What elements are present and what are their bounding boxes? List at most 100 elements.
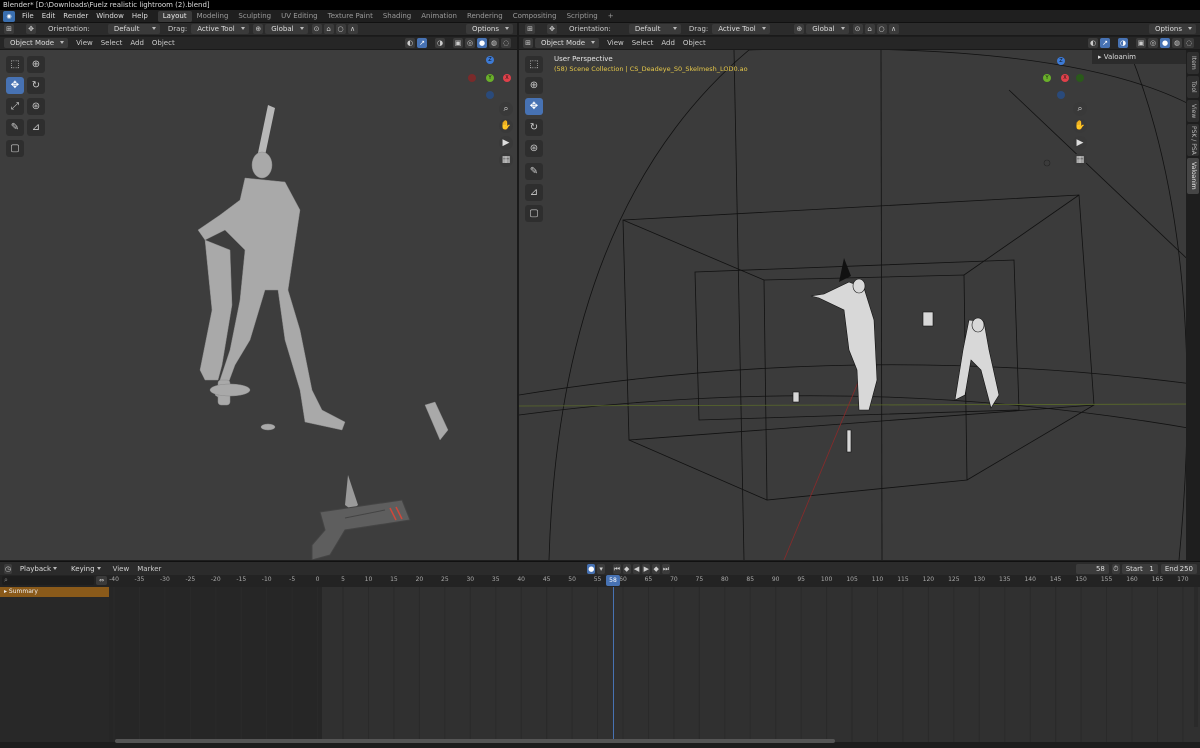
solid-shading-icon[interactable]: ● bbox=[1160, 38, 1170, 48]
pan-hand-icon[interactable]: ✋ bbox=[499, 119, 513, 133]
auto-keying-icon[interactable]: ● bbox=[587, 563, 596, 574]
mode-dropdown[interactable]: Object Mode bbox=[535, 38, 600, 48]
tab-scripting[interactable]: Scripting bbox=[562, 11, 603, 22]
valoanim-panel-header[interactable]: ▸ Valoanim bbox=[1092, 50, 1187, 64]
tab-uv-editing[interactable]: UV Editing bbox=[276, 11, 323, 22]
rotate-tool-icon[interactable]: ↻ bbox=[27, 77, 45, 94]
tab-animation[interactable]: Animation bbox=[416, 11, 462, 22]
menu-edit[interactable]: Edit bbox=[38, 12, 60, 20]
zoom-icon[interactable]: ⌕ bbox=[1073, 102, 1087, 116]
y-axis-gizmo[interactable]: Y bbox=[1043, 74, 1051, 82]
jump-to-keyframe-prev-icon[interactable]: ◆ bbox=[622, 563, 631, 574]
menu-keying[interactable]: Keying bbox=[65, 564, 105, 574]
material-shading-icon[interactable]: ◍ bbox=[1172, 38, 1182, 48]
menu-view[interactable]: View bbox=[72, 39, 97, 47]
zoom-icon[interactable]: ⌕ bbox=[499, 102, 513, 116]
select-box-tool-icon[interactable]: ⬚ bbox=[6, 56, 24, 73]
tab-modeling[interactable]: Modeling bbox=[192, 11, 234, 22]
menu-help[interactable]: Help bbox=[128, 12, 152, 20]
add-cube-tool-icon[interactable]: ▢ bbox=[525, 205, 543, 222]
y-axis-gizmo[interactable]: Y bbox=[486, 74, 494, 82]
orientation-dropdown[interactable]: Default bbox=[628, 24, 681, 34]
xray-icon[interactable]: ▣ bbox=[1136, 38, 1146, 48]
mode-dropdown[interactable]: Object Mode bbox=[4, 38, 69, 48]
cursor-tool-icon[interactable]: ⊕ bbox=[27, 56, 45, 73]
menu-select[interactable]: Select bbox=[97, 39, 127, 47]
tab-valoanim[interactable]: Valoanim bbox=[1187, 158, 1199, 194]
menu-select[interactable]: Select bbox=[628, 39, 658, 47]
tab-item[interactable]: Item bbox=[1187, 52, 1199, 74]
timeline-scrollbar[interactable] bbox=[115, 739, 835, 743]
z-axis-gizmo[interactable]: Z bbox=[1057, 57, 1065, 65]
camera-icon[interactable]: ▶ bbox=[1073, 136, 1087, 150]
neg-z-axis-gizmo[interactable] bbox=[1057, 91, 1065, 99]
move-tool-icon[interactable]: ✥ bbox=[6, 77, 24, 94]
play-reverse-icon[interactable]: ◀ bbox=[632, 563, 641, 574]
rendered-shading-icon[interactable]: ◌ bbox=[501, 38, 511, 48]
neg-z-axis-gizmo[interactable] bbox=[486, 91, 494, 99]
playhead-frame-indicator[interactable]: 58 bbox=[606, 575, 620, 586]
proportional-edit-icon[interactable]: ○ bbox=[876, 24, 887, 34]
transform-tool-icon[interactable]: ⊛ bbox=[27, 98, 45, 115]
current-frame-field[interactable]: 58 bbox=[1075, 563, 1109, 574]
neg-x-axis-gizmo[interactable] bbox=[468, 74, 476, 82]
cursor-tool-icon[interactable]: ⊕ bbox=[525, 77, 543, 94]
snap-icon[interactable]: ⌂ bbox=[323, 24, 334, 34]
overlay-toggle-icon[interactable]: ◑ bbox=[435, 38, 445, 48]
transform-space-dropdown[interactable]: Global bbox=[806, 24, 849, 34]
tab-shading[interactable]: Shading bbox=[378, 11, 416, 22]
select-box-tool-icon[interactable]: ⬚ bbox=[525, 56, 543, 73]
menu-object[interactable]: Object bbox=[679, 39, 710, 47]
filter-icon[interactable]: ⇔ bbox=[96, 576, 107, 585]
timeline-keyframe-area[interactable] bbox=[109, 587, 1200, 742]
measure-tool-icon[interactable]: ⊿ bbox=[27, 119, 45, 136]
wireframe-shading-icon[interactable]: ◎ bbox=[1148, 38, 1158, 48]
rotate-tool-icon[interactable]: ↻ bbox=[525, 119, 543, 136]
tab-tool[interactable]: Tool bbox=[1187, 76, 1199, 98]
rendered-shading-icon[interactable]: ◌ bbox=[1184, 38, 1194, 48]
z-axis-gizmo[interactable]: Z bbox=[486, 56, 494, 64]
tab-view[interactable]: View bbox=[1187, 100, 1199, 122]
scale-tool-icon[interactable]: ⤢ bbox=[6, 98, 24, 115]
xray-icon[interactable]: ▣ bbox=[453, 38, 463, 48]
grid-projection-icon[interactable]: ▦ bbox=[1073, 153, 1087, 167]
menu-window[interactable]: Window bbox=[92, 12, 128, 20]
editor-type-icon[interactable]: ⊞ bbox=[4, 24, 14, 34]
camera-icon[interactable]: ▶ bbox=[499, 136, 513, 150]
material-shading-icon[interactable]: ◍ bbox=[489, 38, 499, 48]
left-3d-viewport[interactable]: ⬚ ✥ ⤢ ✎ ▢ ⊕ ↻ ⊛ ⊿ Z Y X ⌕ ✋ ▶ ▦ bbox=[0, 50, 517, 560]
visibility-icon[interactable]: ◐ bbox=[405, 38, 415, 48]
start-frame-field[interactable]: Start 1 bbox=[1121, 563, 1158, 574]
vertical-scrollbar[interactable] bbox=[1194, 587, 1198, 727]
menu-add[interactable]: Add bbox=[126, 39, 148, 47]
editor-type-icon[interactable]: ⊞ bbox=[525, 24, 535, 34]
transform-tool-icon[interactable]: ⊛ bbox=[525, 140, 543, 157]
grid-projection-icon[interactable]: ▦ bbox=[499, 153, 513, 167]
move-tool-icon[interactable]: ✥ bbox=[525, 98, 543, 115]
options-dropdown[interactable]: Options bbox=[465, 24, 513, 34]
summary-channel[interactable]: ▸ Summary bbox=[0, 587, 109, 597]
move-tool-icon[interactable]: ✥ bbox=[26, 24, 36, 34]
orientation-dropdown[interactable]: Default bbox=[107, 24, 160, 34]
end-frame-field[interactable]: End 250 bbox=[1160, 563, 1197, 574]
tab-rendering[interactable]: Rendering bbox=[462, 11, 508, 22]
transform-space-dropdown[interactable]: Global bbox=[265, 24, 308, 34]
tab-texture-paint[interactable]: Texture Paint bbox=[323, 11, 378, 22]
tab-layout[interactable]: Layout bbox=[157, 10, 192, 22]
x-axis-gizmo[interactable]: X bbox=[1061, 74, 1069, 82]
keying-set-icon[interactable]: ▾ bbox=[597, 563, 606, 574]
neg-y-axis-gizmo[interactable] bbox=[1076, 74, 1084, 82]
menu-render[interactable]: Render bbox=[59, 12, 92, 20]
editor-type-icon[interactable]: ◷ bbox=[4, 563, 12, 574]
solid-shading-icon[interactable]: ● bbox=[477, 38, 487, 48]
menu-add[interactable]: Add bbox=[657, 39, 679, 47]
pivot-icon[interactable]: ⊙ bbox=[311, 24, 322, 34]
falloff-icon[interactable]: ∧ bbox=[347, 24, 358, 34]
jump-to-keyframe-next-icon[interactable]: ◆ bbox=[652, 563, 661, 574]
menu-file[interactable]: File bbox=[18, 12, 38, 20]
menu-playback[interactable]: Playback bbox=[14, 564, 61, 574]
drag-dropdown[interactable]: Active Tool bbox=[712, 24, 771, 34]
add-workspace-button[interactable]: + bbox=[603, 11, 619, 22]
falloff-icon[interactable]: ∧ bbox=[888, 24, 899, 34]
timeline-ruler[interactable]: ⌕ ⇔ -40 -35 -30 -25 -20 -15 -10 -5 0 5 10 15 20 25 30 3… bbox=[0, 575, 1200, 587]
